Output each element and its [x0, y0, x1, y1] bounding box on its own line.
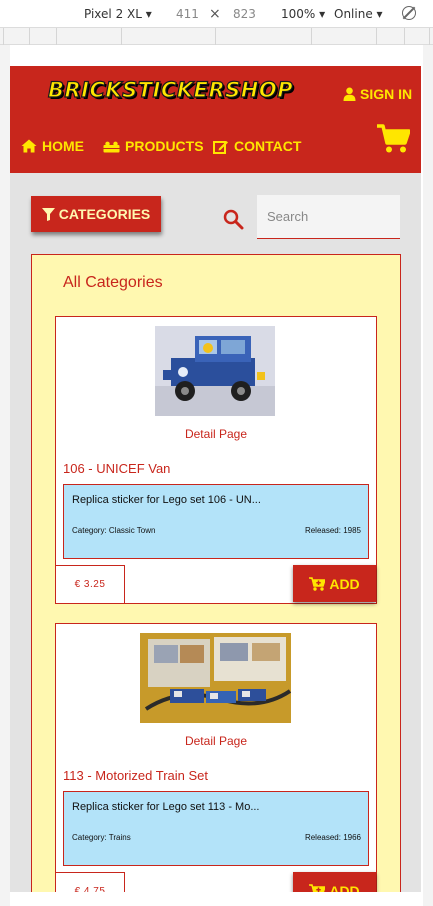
product-category: Category: Trains: [72, 833, 131, 842]
van-picture: [155, 326, 275, 416]
rotate-icon[interactable]: [402, 6, 416, 20]
nav-contact-label: CONTACT: [234, 138, 302, 154]
site-logo[interactable]: BRICKSTICKERSHOP: [47, 77, 293, 102]
train-set-picture: [140, 633, 291, 723]
navbar: BRICKSTICKERSHOP SIGN IN HOME PRODUCTS C…: [10, 66, 421, 173]
edit-icon: [213, 140, 228, 154]
viewport-width-input[interactable]: 411: [176, 7, 199, 21]
network-value: Online: [334, 7, 373, 21]
panel-title: All Categories: [63, 274, 163, 291]
product-title[interactable]: 113 - Motorized Train Set: [63, 768, 208, 783]
dimension-separator: ×: [209, 6, 221, 22]
add-label: ADD: [329, 575, 360, 592]
nav-products-label: PRODUCTS: [125, 138, 204, 154]
shopping-cart-icon: [377, 124, 411, 153]
product-released: Released: 1966: [304, 833, 361, 842]
product-released: Released: 1985: [304, 526, 361, 535]
categories-button[interactable]: CATEGORIES: [31, 196, 161, 232]
device-name: Pixel 2 XL: [84, 7, 142, 21]
devtools-device-toolbar: Pixel 2 XL ▾ 411 × 823 100% ▾ Online ▾: [0, 0, 433, 28]
zoom-select[interactable]: 100% ▾: [281, 7, 325, 21]
add-label: ADD: [329, 882, 360, 893]
categories-label: CATEGORIES: [58, 206, 151, 222]
nav-home[interactable]: HOME: [21, 138, 84, 154]
product-description-box: Replica sticker for Lego set 113 - Mo...…: [63, 791, 369, 866]
filter-icon: [41, 207, 55, 221]
add-to-cart-button[interactable]: ADD: [293, 565, 376, 602]
detail-page-link[interactable]: Detail Page: [56, 427, 376, 441]
product-card: Detail Page 113 - Motorized Train Set Re…: [55, 623, 377, 892]
cart-button[interactable]: [377, 124, 411, 159]
product-description: Replica sticker for Lego set 106 - UN...: [72, 494, 261, 506]
zoom-value: 100%: [281, 7, 316, 21]
product-price: € 3.25: [56, 565, 125, 603]
product-category: Category: Classic Town: [72, 526, 156, 535]
cart-plus-icon: [309, 576, 326, 591]
product-description-box: Replica sticker for Lego set 106 - UN...…: [63, 484, 369, 559]
cart-plus-icon: [309, 883, 326, 892]
product-description: Replica sticker for Lego set 113 - Mo...: [72, 801, 260, 813]
product-title[interactable]: 106 - UNICEF Van: [63, 461, 170, 476]
detail-page-link[interactable]: Detail Page: [56, 734, 376, 748]
sign-in-link[interactable]: SIGN IN: [343, 86, 412, 102]
add-to-cart-button[interactable]: ADD: [293, 872, 376, 892]
user-icon: [343, 87, 356, 101]
media-query-ruler: [0, 28, 433, 45]
viewport-height-input[interactable]: 823: [233, 7, 256, 21]
products-icon: [103, 141, 120, 152]
nav-products[interactable]: PRODUCTS: [103, 138, 204, 154]
network-throttle-select[interactable]: Online ▾: [334, 7, 383, 21]
home-icon: [21, 139, 37, 153]
categories-panel: All Categories Detail Page 106 - UNICEF …: [31, 254, 401, 892]
product-card: Detail Page 106 - UNICEF Van Replica sti…: [55, 316, 377, 604]
left-gutter: [0, 45, 10, 906]
right-gutter: [423, 45, 433, 906]
nav-home-label: HOME: [42, 138, 84, 154]
sign-in-label: SIGN IN: [360, 86, 413, 102]
product-image[interactable]: [140, 633, 291, 723]
product-image[interactable]: [155, 326, 275, 416]
device-viewport: BRICKSTICKERSHOP SIGN IN HOME PRODUCTS C…: [10, 66, 421, 892]
search-icon[interactable]: [223, 209, 244, 230]
product-price: € 4.75: [56, 872, 125, 892]
nav-contact[interactable]: CONTACT: [213, 138, 301, 154]
search-input[interactable]: Search: [257, 195, 400, 239]
device-select[interactable]: Pixel 2 XL ▾: [84, 7, 152, 21]
